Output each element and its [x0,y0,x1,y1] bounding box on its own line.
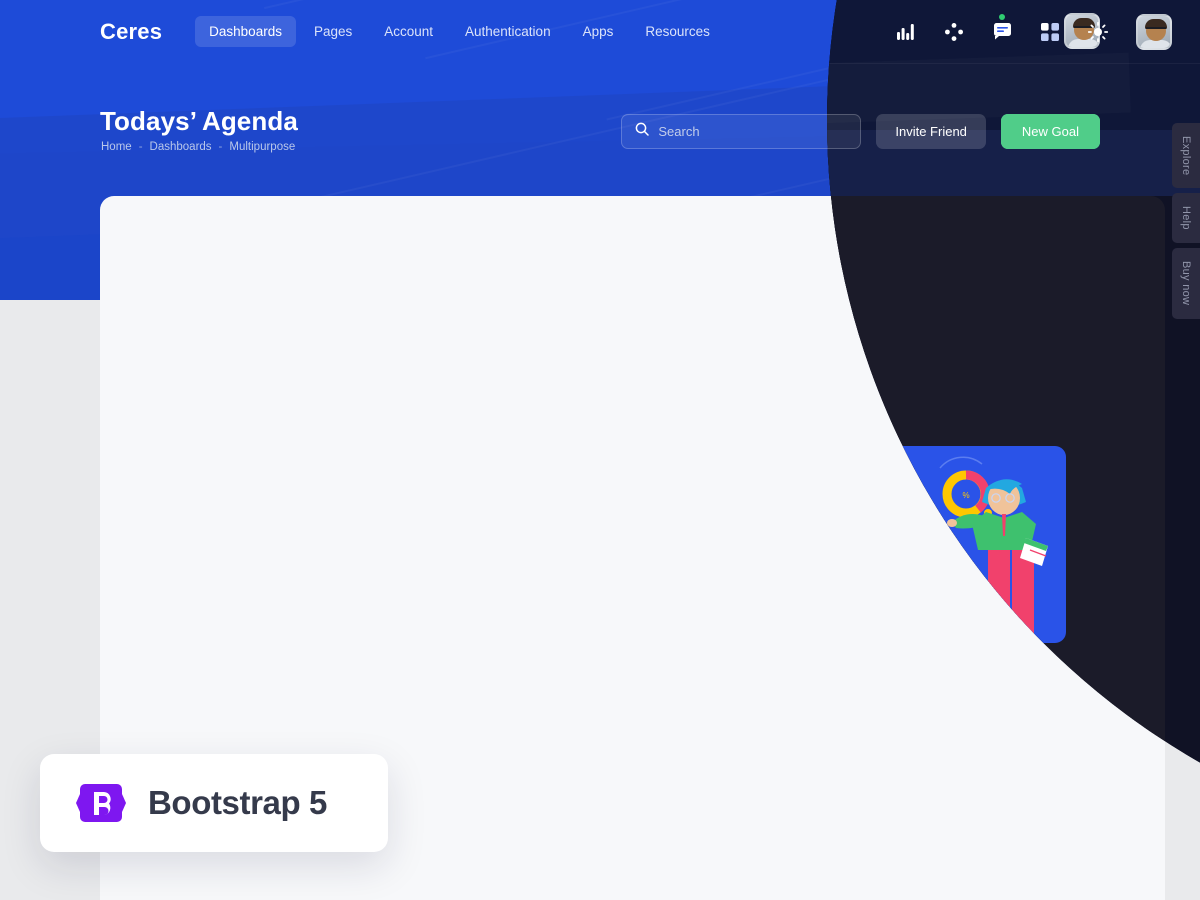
trends-subtitle-dark: Latest tech trends [827,706,1042,718]
checklist-item-dark[interactable]: Cereate [871,508,958,522]
search-input[interactable] [658,124,848,139]
scatter-icon[interactable] [944,22,964,42]
trend-amount-dark: +280$ [991,805,1042,827]
nav-item-account[interactable]: Account [370,16,447,47]
list-item-dark[interactable]: Popular Authors Randy, Steve, Mike +280$ [827,788,1066,844]
hero-actions: Invite Friend New Goal [621,114,1100,149]
top-navigation-bar: Ceres Dashboards Pages Account Authentic… [0,0,1200,63]
checklist-label-dark: Observe [893,538,942,552]
nav-item-apps[interactable]: Apps [569,16,628,47]
main-nav: Dashboards Pages Account Authentication … [195,16,724,47]
bootstrap-logo [76,778,126,828]
checklist-item-dark[interactable]: Export PDF [871,568,958,582]
breadcrumb-dashboards[interactable]: Dashboards [150,141,212,153]
brightness-icon[interactable] [1088,21,1108,42]
breadcrumb: Home - Dashboards - Multipurpose [101,141,295,153]
chat-icon[interactable] [992,13,1012,42]
page-root: Ceres Dashboards Pages Account Authentic… [0,0,1200,900]
grid-dots-icon-dark[interactable] [1029,688,1042,701]
trends-card-dark: Trends Latest tech trends Top Authors M [827,658,1066,860]
side-tabs: Explore Help Buy now [1172,123,1200,319]
side-tab-explore[interactable]: Explore [1172,123,1200,189]
new-target-button-dark[interactable]: New Target [870,589,956,615]
nav-item-authentication[interactable]: Authentication [451,16,565,47]
notification-dot [999,13,1005,20]
invite-friend-button[interactable]: Invite Friend [876,114,986,149]
checklist-item-dark[interactable]: Observe [871,538,958,552]
svg-text:%: % [962,491,969,500]
bar-chart-icon[interactable] [896,22,916,42]
nav-item-pages[interactable]: Pages [300,16,366,47]
bootstrap-badge: Bootstrap 5 [40,754,388,852]
avatar[interactable] [1136,13,1172,50]
trends-title-dark: Trends [827,684,1042,702]
breadcrumb-separator: - [138,141,143,153]
page-title: Todays’ Agenda [100,106,298,136]
search-box[interactable] [621,114,862,149]
checklist-label-dark: Export PDF [893,568,959,582]
bootstrap-badge-text: Bootstrap 5 [148,784,327,821]
checkbox-icon-dark[interactable] [871,569,882,581]
nav-item-dashboards[interactable]: Dashboards [195,16,296,47]
checkbox-icon-dark[interactable] [871,509,882,521]
list-item-dark[interactable]: Top Authors Mark, Rowling, Esther +82$ [827,732,1066,788]
breadcrumb-separator: - [218,141,223,153]
nav-item-resources[interactable]: Resources [631,16,724,47]
side-tab-buy-now[interactable]: Buy now [1172,248,1200,319]
topbar-icons [896,13,1172,50]
breadcrumb-home[interactable]: Home [101,141,132,153]
search-icon [635,122,650,141]
grid-icon[interactable] [1040,22,1060,42]
breadcrumb-multipurpose[interactable]: Multipurpose [229,141,295,153]
checkbox-icon-dark[interactable] [871,539,882,551]
trend-amount-dark: +82$ [998,749,1042,771]
new-goal-button[interactable]: New Goal [1000,114,1100,149]
side-tab-help[interactable]: Help [1172,193,1200,244]
new-target-card-dark: % Cereate Observe Export PDF New Target [848,446,1066,643]
brand-logo[interactable]: Ceres [100,19,162,45]
checklist-label-dark: Cereate [893,508,938,522]
list-item-dark[interactable]: New Users John, Pat, Jimmy +4500$ [827,844,1066,860]
